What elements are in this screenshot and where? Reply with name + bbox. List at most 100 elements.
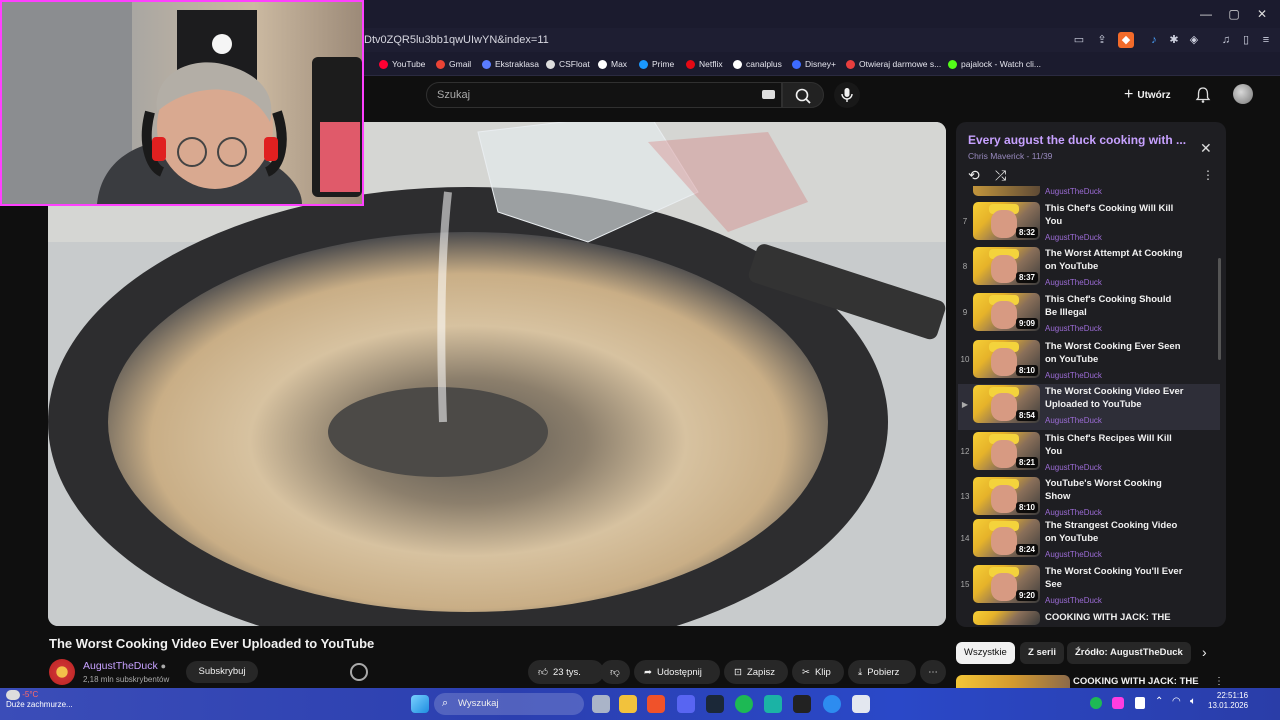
tray-shield-icon[interactable] [1135, 697, 1145, 709]
next-video-more-icon[interactable]: ⋮ [1214, 676, 1224, 687]
bookmark-item[interactable]: Gmail [436, 56, 471, 72]
save-button[interactable]: ⊡ Zapisz [724, 660, 788, 684]
playlist-item-thumbnail[interactable]: 8:37 [973, 247, 1040, 285]
playlist-item-title[interactable]: The Worst Cooking Ever Seen on YouTube [1045, 341, 1181, 365]
notifications-bell-icon[interactable] [1194, 86, 1212, 104]
like-button[interactable]: 👍︎ 23 tys. [528, 660, 604, 684]
playlist-item[interactable]: 14 8:24 The Strangest Cooking Video on You… [958, 518, 1220, 564]
bookmark-item[interactable]: Otwieraj darmowe s... [846, 56, 941, 72]
volume-icon[interactable]: 🔈︎ [1190, 696, 1196, 707]
next-video-title[interactable]: COOKING WITH JACK: THE [1073, 676, 1199, 687]
channel-avatar[interactable] [49, 659, 75, 685]
epic-icon[interactable] [793, 695, 811, 713]
playlist-item-thumbnail[interactable] [973, 611, 1040, 625]
share-button[interactable]: ➦ Udostępnij [634, 660, 720, 684]
menu-icon[interactable]: ≡ [1258, 32, 1274, 48]
chip-all[interactable]: Wszystkie [956, 642, 1015, 664]
playlist-item-title[interactable]: The Worst Attempt At Cooking on YouTube [1045, 248, 1182, 272]
dislike-button[interactable]: 👎︎ [600, 660, 630, 684]
start-button-icon[interactable] [411, 695, 429, 713]
chevron-right-icon[interactable]: › [1202, 644, 1207, 660]
playlist-item[interactable]: 13 8:10 YouTube's Worst Cooking Show August… [958, 476, 1220, 522]
playlist-item-title[interactable]: COOKING WITH JACK: THE [1045, 612, 1171, 623]
notepad-icon[interactable] [852, 695, 870, 713]
playlist-item-title[interactable]: This Chef's Recipes Will Kill You [1045, 433, 1172, 457]
taskbar-search[interactable]: Wyszukaj [434, 693, 584, 715]
playlist-item-thumbnail[interactable]: 8:10 [973, 477, 1040, 515]
search-input[interactable]: Szukaj [426, 82, 782, 108]
playlist-item-thumbnail[interactable]: 8:54 [973, 385, 1040, 423]
next-video-thumbnail[interactable] [956, 675, 1070, 688]
bookmark-item[interactable]: Max [598, 56, 627, 72]
playlist-item-title[interactable]: This Chef's Cooking Will Kill You [1045, 203, 1173, 227]
playlist-scrollbar[interactable] [1218, 258, 1221, 360]
minimize-icon[interactable]: — [1198, 6, 1214, 22]
playlist-item-thumbnail[interactable]: 8:32 [973, 202, 1040, 240]
bookmark-item[interactable]: CSFloat [546, 56, 590, 72]
taskbar-clock[interactable]: 22:51:16 13.01.2026 [1208, 691, 1248, 711]
create-button[interactable]: + Utwórz [1124, 84, 1171, 106]
file-explorer-icon[interactable] [619, 695, 637, 713]
playlist-item-title[interactable]: The Worst Cooking Video Ever Uploaded to… [1045, 386, 1183, 410]
playlist-music-icon[interactable]: ♫ [1218, 32, 1234, 48]
sidebar-icon[interactable]: ▯ [1238, 32, 1254, 48]
bookmark-item[interactable]: Disney+ [792, 56, 836, 72]
weather-widget[interactable]: -5°C Duże zachmurze... [6, 690, 73, 710]
channel-name[interactable]: AugustTheDuck ● [83, 660, 166, 672]
playlist-item[interactable]: 9 9:09 This Chef's Cooking Should Be Illeg… [958, 292, 1220, 338]
bookmark-item[interactable]: Ekstraklasa [482, 56, 539, 72]
bookmark-item[interactable]: YouTube [379, 56, 425, 72]
bookmark-item[interactable]: Prime [639, 56, 674, 72]
steam-icon[interactable] [706, 695, 724, 713]
playlist-item-thumbnail[interactable]: 9:09 [973, 293, 1040, 331]
chip-series[interactable]: Z serii [1020, 642, 1064, 664]
search-button[interactable] [782, 82, 824, 108]
wifi-icon[interactable]: ◠ [1172, 696, 1181, 707]
close-window-icon[interactable]: ✕ [1254, 6, 1270, 22]
more-actions-button[interactable]: ⋯ [920, 660, 946, 684]
playlist-item[interactable]: COOKING WITH JACK: THE [958, 610, 1220, 626]
playlist-item[interactable]: 12 8:21 This Chef's Recipes Will Kill You A… [958, 431, 1220, 477]
playlist-item[interactable]: 10 8:10 The Worst Cooking Ever Seen on You… [958, 339, 1220, 385]
app-icon[interactable] [764, 695, 782, 713]
keyboard-icon[interactable] [762, 90, 775, 99]
channel-name-text[interactable]: AugustTheDuck [83, 660, 158, 672]
playlist-item[interactable]: ▶ 8:54 The Worst Cooking Video Ever Upload… [958, 384, 1220, 430]
playlist-more-icon[interactable]: ⋮ [1202, 168, 1214, 182]
playlist-item-thumbnail[interactable]: 8:10 [973, 340, 1040, 378]
task-view-icon[interactable] [592, 695, 610, 713]
screen-icon[interactable]: ▭ [1071, 32, 1087, 48]
clip-button[interactable]: ✂ Klip [792, 660, 844, 684]
chip-source[interactable]: Źródło: AugustTheDuck [1067, 642, 1191, 664]
playlist-item[interactable]: 8 8:37 The Worst Attempt At Cooking on You… [958, 246, 1220, 292]
playlist-item-thumbnail[interactable]: 9:20 [973, 565, 1040, 603]
brave-shield-icon[interactable]: ◆ [1118, 32, 1134, 48]
playlist-item-thumbnail[interactable]: 8:21 [973, 432, 1040, 470]
spotify-icon[interactable] [735, 695, 753, 713]
subscribe-button[interactable]: Subskrybuj [186, 661, 258, 683]
shuffle-icon[interactable]: ⤮ [995, 167, 1006, 184]
playlist-title[interactable]: Every august the duck cooking with ... [968, 133, 1190, 147]
bookmark-item[interactable]: pajalock - Watch cli... [948, 56, 1041, 72]
playlist-item-title[interactable]: The Strangest Cooking Video on YouTube [1045, 520, 1177, 544]
close-playlist-icon[interactable]: ✕ [1200, 140, 1212, 157]
playlist-item-title[interactable]: YouTube's Worst Cooking Show [1045, 478, 1162, 502]
audio-icon[interactable]: ♪ [1146, 32, 1162, 48]
share-page-icon[interactable]: ⇪ [1094, 32, 1110, 48]
tray-app-icon[interactable] [1112, 697, 1124, 709]
loop-icon[interactable]: ⟲ [968, 167, 980, 184]
maximize-icon[interactable]: ▢ [1226, 6, 1242, 22]
playlist-item-title[interactable]: This Chef's Cooking Should Be Illegal [1045, 294, 1171, 318]
battlenet-icon[interactable] [823, 695, 841, 713]
playlist-item-thumbnail[interactable]: 8:24 [973, 519, 1040, 557]
playlist-item[interactable]: 7 8:32 This Chef's Cooking Will Kill You Au… [958, 201, 1220, 247]
extensions-icon[interactable]: ✱ [1166, 32, 1182, 48]
brave-icon[interactable] [647, 695, 665, 713]
bookmark-item[interactable]: canalplus [733, 56, 782, 72]
tray-spotify-icon[interactable] [1090, 697, 1102, 709]
download-button[interactable]: ⤓ Pobierz [848, 660, 916, 684]
discord-icon[interactable] [677, 695, 695, 713]
url-text[interactable]: Dtv0ZQR5lu3bb1qwUIwYN&index=11 [364, 34, 549, 46]
user-avatar[interactable] [1233, 84, 1253, 104]
playlist-item-title[interactable]: The Worst Cooking You'll Ever See [1045, 566, 1182, 590]
